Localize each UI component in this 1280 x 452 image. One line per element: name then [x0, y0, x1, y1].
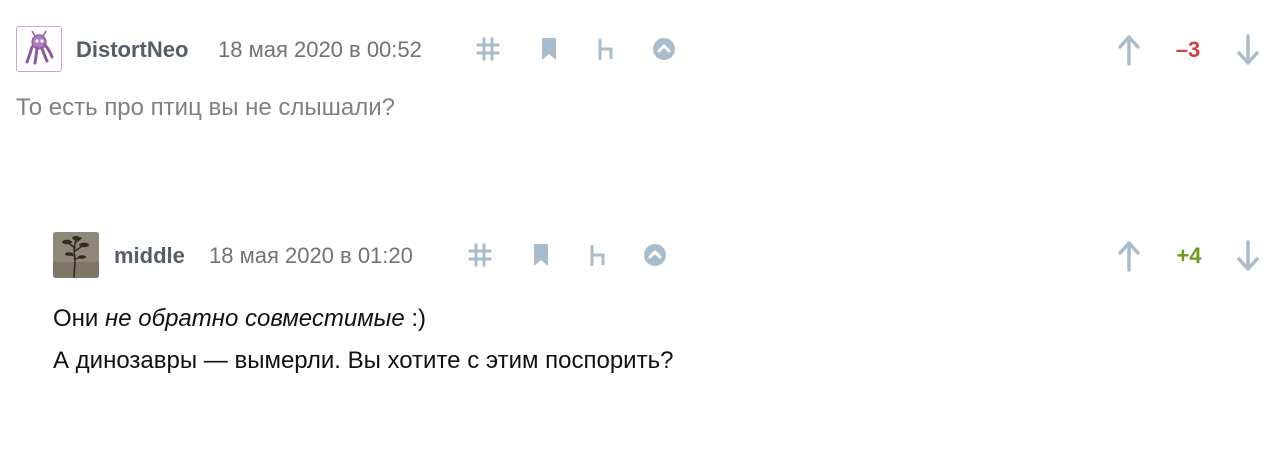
hash-icon[interactable]: [476, 37, 500, 61]
chevron-up-circle-icon[interactable]: [652, 37, 676, 61]
avatar[interactable]: [16, 26, 62, 72]
comment: DistortNeo 18 мая 2020 в 00:52 –3: [16, 26, 1264, 72]
emphasis-text: не обратно совместимые: [105, 305, 405, 332]
comment-text-line: Они не обратно совместимые :): [53, 298, 673, 340]
comment-text-line: А динозавры — вымерли. Вы хотите с этим …: [53, 347, 674, 374]
avatar[interactable]: [53, 232, 99, 278]
reply-branch-icon[interactable]: [594, 37, 618, 61]
comment-text: Они не обратно совместимые :) А динозавр…: [53, 298, 673, 382]
comment: middle 18 мая 2020 в 01:20 +4: [53, 232, 1264, 278]
arrow-up-icon[interactable]: [1117, 34, 1141, 66]
arrow-down-icon[interactable]: [1236, 34, 1260, 66]
arrow-up-icon[interactable]: [1117, 240, 1141, 272]
reply-branch-icon[interactable]: [586, 243, 610, 267]
bookmark-icon[interactable]: [529, 243, 553, 267]
arrow-down-icon[interactable]: [1236, 240, 1260, 272]
comment-header: middle 18 мая 2020 в 01:20 +4: [53, 232, 1264, 278]
hash-icon[interactable]: [468, 243, 492, 267]
vote-score: +4: [1176, 243, 1202, 268]
text-segment: Они: [53, 305, 105, 332]
comment-time[interactable]: 18 мая 2020 в 01:20: [209, 243, 413, 269]
text-segment: :): [404, 305, 426, 332]
comment-text: То есть про птиц вы не слышали?: [16, 94, 396, 121]
comment-header: DistortNeo 18 мая 2020 в 00:52 –3: [16, 26, 1264, 72]
author-name[interactable]: middle: [114, 243, 185, 269]
chevron-up-circle-icon[interactable]: [643, 243, 667, 267]
vote-score: –3: [1175, 37, 1201, 62]
author-name[interactable]: DistortNeo: [76, 37, 188, 63]
bookmark-icon[interactable]: [537, 37, 561, 61]
comment-time[interactable]: 18 мая 2020 в 00:52: [218, 37, 422, 63]
